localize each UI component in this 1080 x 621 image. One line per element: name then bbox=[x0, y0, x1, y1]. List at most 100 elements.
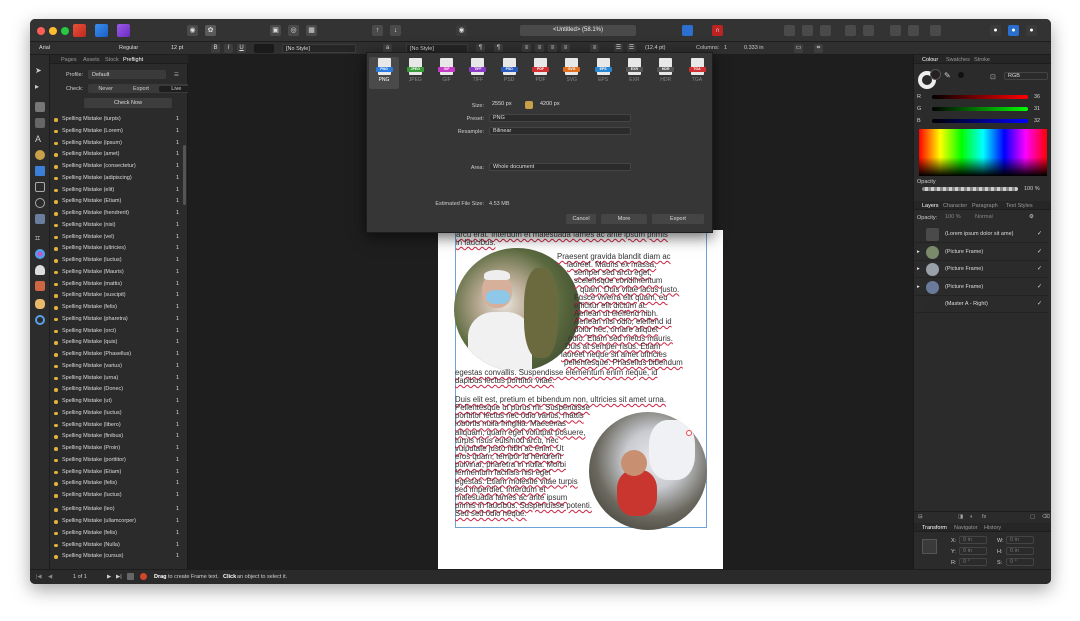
pen-tool-icon[interactable] bbox=[35, 150, 45, 160]
check-export-option[interactable]: Export bbox=[123, 86, 158, 92]
format-jpeg-button[interactable]: JPEG JPEG bbox=[400, 57, 430, 89]
issue-row[interactable]: Spelling Mistake (vel) 1 bbox=[50, 232, 184, 243]
issue-row[interactable]: Spelling Mistake (pharetra) 1 bbox=[50, 314, 184, 325]
tab-text-styles[interactable]: Text Styles bbox=[1006, 203, 1033, 209]
tab-swatches[interactable]: Swatches bbox=[946, 57, 970, 63]
issue-row[interactable]: Spelling Mistake (orci) 1 bbox=[50, 326, 184, 337]
color-spectrum[interactable] bbox=[919, 129, 1047, 176]
visibility-check-icon[interactable]: ✓ bbox=[1037, 230, 1042, 237]
format-tga-button[interactable]: TGA TGA bbox=[682, 57, 712, 89]
frame-handle-icon[interactable] bbox=[686, 430, 692, 436]
layer-effects-icon[interactable]: ⊟ bbox=[918, 514, 923, 520]
issue-row[interactable]: Spelling Mistake (mattis) 1 bbox=[50, 279, 184, 290]
picture-frame-tool-icon[interactable] bbox=[35, 214, 45, 224]
font-family-select[interactable]: Arial bbox=[36, 44, 110, 53]
color-model-select[interactable]: RGB bbox=[1004, 72, 1048, 80]
last-page-icon[interactable]: ▶| bbox=[116, 574, 122, 580]
publisher-persona-icon[interactable] bbox=[73, 24, 86, 37]
issue-row[interactable]: Spelling Mistake (ultricies) 1 bbox=[50, 243, 184, 254]
tab-stroke[interactable]: Stroke bbox=[974, 57, 990, 63]
issue-row[interactable]: Spelling Mistake (Etiam) 1 bbox=[50, 467, 184, 478]
issue-row[interactable]: Spelling Mistake (porttitor) 1 bbox=[50, 455, 184, 466]
format-svg-button[interactable]: SVG SVG bbox=[557, 57, 587, 89]
profile-select[interactable]: Default bbox=[88, 70, 166, 79]
issue-row[interactable]: Spelling Mistake (leo) 1 bbox=[50, 504, 184, 515]
zoom-window-button[interactable] bbox=[61, 27, 69, 35]
preflight-warning-icon[interactable] bbox=[140, 573, 147, 580]
issue-row[interactable]: Spelling Mistake (varius) 1 bbox=[50, 361, 184, 372]
menu-icon[interactable]: ☰ bbox=[174, 72, 179, 78]
designer-persona-icon[interactable] bbox=[95, 24, 108, 37]
visibility-check-icon[interactable]: ✓ bbox=[1037, 283, 1042, 290]
down-arrow-icon[interactable]: ↓ bbox=[390, 25, 401, 36]
x-field[interactable]: 0 in bbox=[959, 536, 987, 544]
tab-stock[interactable]: Stock bbox=[105, 57, 119, 63]
lock-icon[interactable]: ⊡ bbox=[990, 73, 999, 82]
issue-row[interactable]: Spelling Mistake (cursus) 1 bbox=[50, 551, 184, 562]
anchor-point-icon[interactable] bbox=[922, 539, 937, 554]
add-layer-icon[interactable]: ▢ bbox=[1030, 514, 1035, 520]
grid-icon[interactable]: ▦ bbox=[306, 25, 317, 36]
tab-layers[interactable]: Layers bbox=[922, 203, 939, 209]
more-button[interactable]: More bbox=[601, 214, 647, 224]
prev-page-icon[interactable]: ◀ bbox=[48, 574, 52, 580]
issue-row[interactable]: Spelling Mistake (ullamcorper) 1 bbox=[50, 516, 184, 527]
tab-transform[interactable]: Transform bbox=[922, 525, 947, 531]
fill-tool-icon[interactable] bbox=[35, 166, 45, 176]
zoom-tool-icon[interactable] bbox=[35, 315, 45, 325]
issue-row[interactable]: Spelling Mistake (consectetur) 1 bbox=[50, 161, 184, 172]
layer-settings-icon[interactable]: ⚙ bbox=[1029, 214, 1034, 220]
fx-icon[interactable]: fx bbox=[982, 514, 986, 520]
align-right-icon[interactable] bbox=[820, 25, 831, 36]
issue-row[interactable]: Spelling Mistake (elit) 1 bbox=[50, 185, 184, 196]
visibility-check-icon[interactable]: ✓ bbox=[1037, 300, 1042, 307]
issue-row[interactable]: Spelling Mistake (finibus) 1 bbox=[50, 431, 184, 442]
issue-row[interactable]: Spelling Mistake (Lorem) 1 bbox=[50, 126, 184, 137]
studio-link-icon[interactable]: ● bbox=[1008, 25, 1019, 36]
minimize-window-button[interactable] bbox=[49, 27, 57, 35]
issue-row[interactable]: Spelling Mistake (Donec) 1 bbox=[50, 384, 184, 395]
move-tool-icon[interactable]: ➤ bbox=[35, 66, 45, 76]
tab-character[interactable]: Character bbox=[943, 203, 967, 209]
text-frame-icon[interactable]: ▭ bbox=[794, 44, 803, 53]
character-style-select[interactable]: [No Style] bbox=[282, 44, 356, 53]
preset-select[interactable]: PNG bbox=[489, 114, 631, 122]
hand-tool-icon[interactable] bbox=[35, 299, 45, 309]
issue-list-scrollbar[interactable] bbox=[183, 145, 186, 205]
frame-text-tool-icon[interactable] bbox=[35, 102, 45, 112]
next-page-icon[interactable]: ▶ bbox=[107, 574, 111, 580]
issue-row[interactable]: Spelling Mistake (Etiam) 1 bbox=[50, 196, 184, 207]
blend-mode-select[interactable]: Normal bbox=[972, 214, 1022, 222]
frame-fit-icon[interactable]: ⌗ bbox=[814, 44, 823, 53]
issue-row[interactable]: Spelling Mistake (ut) 1 bbox=[50, 396, 184, 407]
issue-row[interactable]: Spelling Mistake (felis) 1 bbox=[50, 302, 184, 313]
lock-icon[interactable] bbox=[525, 101, 533, 109]
preflight-eye-icon[interactable]: ◉ bbox=[456, 25, 467, 36]
w-field[interactable]: 0 in bbox=[1006, 536, 1034, 544]
rectangle-tool-icon[interactable] bbox=[35, 182, 45, 192]
check-never-option[interactable]: Never bbox=[88, 86, 123, 92]
cancel-button[interactable]: Cancel bbox=[566, 214, 596, 224]
tab-navigator[interactable]: Navigator bbox=[954, 525, 978, 531]
issue-row[interactable]: Spelling Mistake (urna) 1 bbox=[50, 373, 184, 384]
layer-row[interactable]: ▸ (Picture Frame) ✓ bbox=[914, 279, 1048, 296]
layer-row[interactable]: (Master A - Right) ✓ bbox=[914, 296, 1048, 313]
format-pdf-button[interactable]: PDF PDF bbox=[526, 57, 556, 89]
color-dot-icon[interactable] bbox=[958, 72, 964, 78]
format-psd-button[interactable]: PSD PSD bbox=[494, 57, 524, 89]
document-title[interactable]: <Untitled> (58.1%) bbox=[520, 25, 636, 36]
rotation-field[interactable]: 0 ° bbox=[959, 558, 987, 566]
format-gif-button[interactable]: GIF GIF bbox=[432, 57, 462, 89]
eyedropper-icon[interactable]: ✎ bbox=[944, 71, 954, 81]
page-thumbnail-icon[interactable] bbox=[127, 573, 134, 580]
align-center-icon[interactable] bbox=[802, 25, 813, 36]
tab-preflight[interactable]: Preflight bbox=[123, 57, 143, 63]
issue-row[interactable]: Spelling Mistake (felis) 1 bbox=[50, 478, 184, 489]
width-field[interactable]: 2550 px bbox=[489, 101, 521, 109]
color-picker-tool-icon[interactable] bbox=[35, 249, 45, 259]
expand-arrow-icon[interactable]: ▸ bbox=[917, 284, 920, 290]
italic-button[interactable]: I bbox=[224, 44, 233, 53]
visibility-check-icon[interactable]: ✓ bbox=[1037, 248, 1042, 255]
preview-mode-icon[interactable]: ◎ bbox=[288, 25, 299, 36]
issue-row[interactable]: Spelling Mistake (turpis) 1 bbox=[50, 114, 184, 125]
